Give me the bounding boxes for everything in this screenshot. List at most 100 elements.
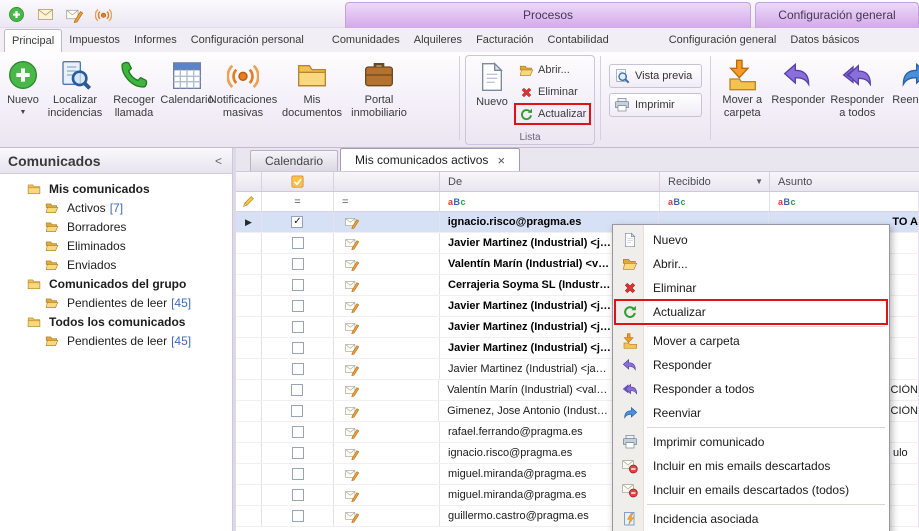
responder-button[interactable]: Responder (770, 54, 826, 142)
row-checkbox[interactable] (292, 363, 304, 375)
open-folder-icon (44, 239, 61, 253)
menu-item-nuevo[interactable]: Nuevo (615, 228, 887, 252)
quick-edit-mail-icon[interactable] (64, 4, 84, 24)
quick-new-icon[interactable] (6, 4, 26, 24)
tree-item-borradores[interactable]: Borradores (0, 217, 232, 236)
nuevo-button[interactable]: Nuevo ▼ (2, 54, 44, 142)
tab-informes[interactable]: Informes (127, 29, 184, 52)
column-header-asunto[interactable]: Asunto (770, 172, 919, 191)
row-checkbox[interactable] (292, 258, 304, 270)
menu-item-mover-a-carpeta[interactable]: Mover a carpeta (615, 329, 887, 353)
move-folder-icon (615, 333, 644, 349)
quick-mail-icon[interactable] (35, 4, 55, 24)
mis-documentos-button[interactable]: Mis documentos (274, 54, 350, 142)
context-menu: Nuevo Abrir... Eliminar Actualizar Mover… (612, 224, 890, 531)
filter-cell-asunto[interactable]: aBc (770, 192, 919, 211)
nuevo-comunicado-button[interactable]: Nuevo (469, 56, 515, 144)
row-checkbox[interactable] (292, 468, 304, 480)
row-checkbox[interactable] (292, 300, 304, 312)
mover-a-carpeta-button[interactable]: Mover a carpeta (714, 54, 770, 142)
row-checkbox[interactable]: ✓ (291, 216, 303, 228)
tree-item-pendientes-de-leer-todos[interactable]: Pendientes de leer [45] (0, 331, 232, 350)
tab-principal[interactable]: Principal (4, 29, 62, 52)
tab-configuracion-general[interactable]: Configuración general (662, 29, 784, 52)
row-checkbox[interactable] (292, 426, 304, 438)
tab-close-icon[interactable]: × (497, 150, 505, 171)
tab-configuracion-personal[interactable]: Configuración personal (184, 29, 311, 52)
tab-comunidades[interactable]: Comunidades (325, 29, 407, 52)
icon-column-header[interactable] (334, 172, 440, 191)
tree-item-activos[interactable]: Activos [7] (0, 198, 232, 217)
ribbon-separator (459, 56, 460, 140)
menu-item-responder[interactable]: Responder (615, 353, 887, 377)
select-all-column-header[interactable] (262, 172, 334, 191)
menu-item-responder-a-todos[interactable]: Responder a todos (615, 377, 887, 401)
tree-item-eliminados[interactable]: Eliminados (0, 236, 232, 255)
imprimir-button[interactable]: Imprimir (609, 93, 702, 117)
tab-facturacion[interactable]: Facturación (469, 29, 540, 52)
column-header-recibido[interactable]: Recibido ▼ (660, 172, 770, 191)
vista-previa-button[interactable]: Vista previa (609, 64, 702, 88)
reenviar-button[interactable]: Reenviar (888, 54, 919, 142)
localizar-incidencias-button[interactable]: Localizar incidencias (44, 54, 106, 142)
tab-alquileres[interactable]: Alquileres (407, 29, 469, 52)
filter-abc-icon: aBc (448, 197, 466, 207)
communication-edit-icon (344, 236, 360, 250)
row-checkbox[interactable] (292, 489, 304, 501)
notificaciones-masivas-button[interactable]: Notificaciones masivas (212, 54, 274, 142)
recoger-llamada-button[interactable]: Recoger llamada (106, 54, 162, 142)
menu-item-imprimir-comunicado[interactable]: Imprimir comunicado (615, 430, 887, 454)
nuevo-dropdown-caret-icon[interactable]: ▼ (20, 109, 27, 116)
menu-item-reenviar[interactable]: Reenviar (615, 401, 887, 425)
row-checkbox[interactable] (292, 237, 304, 249)
sidebar-collapse-button[interactable]: < (215, 154, 222, 168)
discard-mail-all-icon (615, 482, 644, 498)
doc-tab-calendario[interactable]: Calendario (250, 150, 338, 171)
column-header-de[interactable]: De (440, 172, 660, 191)
open-folder-icon (44, 201, 61, 215)
printer-icon (615, 434, 644, 450)
responder-a-todos-button[interactable]: Responder a todos (826, 54, 888, 142)
filter-edit-cell[interactable] (236, 192, 262, 211)
titlebar: Procesos Configuración general (0, 0, 919, 28)
tab-contabilidad[interactable]: Contabilidad (541, 29, 616, 52)
eliminar-button[interactable]: Eliminar (515, 82, 590, 102)
filter-cell-icon[interactable]: = (334, 192, 440, 211)
communication-edit-icon (344, 320, 360, 334)
abrir-button[interactable]: Abrir... (515, 60, 590, 80)
row-checkbox[interactable] (291, 405, 303, 417)
row-checkbox[interactable] (292, 447, 304, 459)
menu-item-incidencia-asociada[interactable]: Incidencia asociada (615, 507, 887, 531)
row-checkbox[interactable] (292, 321, 304, 333)
tree-item-enviados[interactable]: Enviados (0, 255, 232, 274)
menu-item-actualizar[interactable]: Actualizar (615, 300, 887, 324)
filter-cell-recibido[interactable]: aBc (660, 192, 770, 211)
communication-edit-icon (344, 215, 360, 229)
calendario-button[interactable]: Calendario (162, 54, 212, 142)
row-checkbox[interactable] (291, 384, 303, 396)
filter-cell-de[interactable]: aBc (440, 192, 660, 211)
portal-inmobiliario-button[interactable]: Portal inmobiliario (350, 54, 408, 142)
tree-item-todos-los-comunicados[interactable]: Todos los comunicados (0, 312, 232, 331)
row-checkbox[interactable] (292, 279, 304, 291)
tree-item-mis-comunicados[interactable]: Mis comunicados (0, 179, 232, 198)
tree-item-comunicados-del-grupo[interactable]: Comunicados del grupo (0, 274, 232, 293)
tab-datos-basicos[interactable]: Datos básicos (783, 29, 866, 52)
tab-impuestos[interactable]: Impuestos (62, 29, 127, 52)
menu-item-abrir[interactable]: Abrir... (615, 252, 887, 276)
tree-item-pendientes-de-leer-grupo[interactable]: Pendientes de leer [45] (0, 293, 232, 312)
actualizar-button[interactable]: Actualizar (515, 104, 590, 124)
row-checkbox[interactable] (292, 510, 304, 522)
ribbon-group-lista: Nuevo Abrir... Eliminar Actualizar Lista (465, 55, 595, 145)
quick-broadcast-icon[interactable] (93, 4, 113, 24)
filter-cell-checkbox[interactable]: = (262, 192, 334, 211)
doc-tab-mis-comunicados-activos[interactable]: Mis comunicados activos × (340, 148, 520, 171)
page-icon (615, 232, 644, 248)
unread-count-badge: [45] (171, 334, 191, 348)
menu-item-incluir-en-emails-descartados-todos[interactable]: Incluir en emails descartados (todos) (615, 478, 887, 502)
unread-count-badge: [7] (110, 201, 123, 215)
menu-item-incluir-en-mis-emails-descartados[interactable]: Incluir en mis emails descartados (615, 454, 887, 478)
communication-edit-icon (344, 257, 360, 271)
row-checkbox[interactable] (292, 342, 304, 354)
menu-item-eliminar[interactable]: Eliminar (615, 276, 887, 300)
